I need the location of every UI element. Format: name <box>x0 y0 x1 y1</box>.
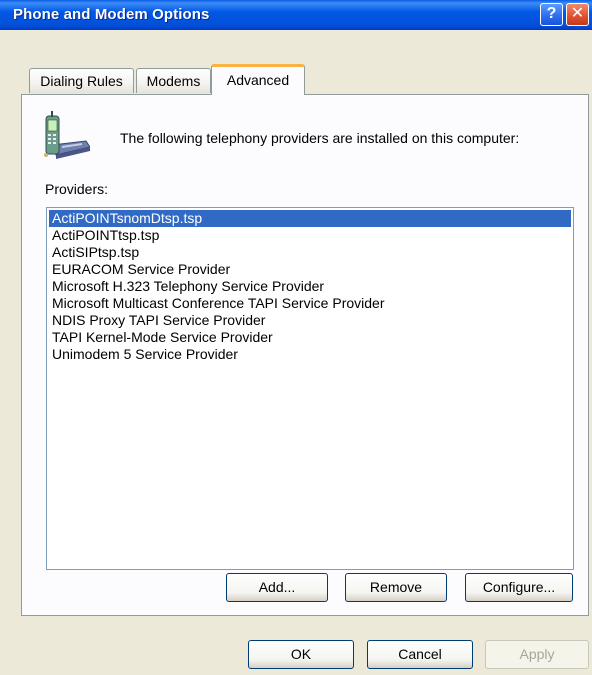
ok-button-label: OK <box>290 646 312 662</box>
list-item[interactable]: EURACOM Service Provider <box>49 261 571 278</box>
cancel-button[interactable]: Cancel <box>367 640 473 669</box>
tab-label: Dialing Rules <box>40 73 123 89</box>
remove-button[interactable]: Remove <box>345 573 447 602</box>
help-button[interactable]: ? <box>540 3 563 26</box>
tab-modems[interactable]: Modems <box>136 68 211 93</box>
list-item[interactable]: ActiPOINTsnomDtsp.tsp <box>49 210 571 227</box>
providers-listbox[interactable]: ActiPOINTsnomDtsp.tsp ActiPOINTtsp.tsp A… <box>46 207 574 570</box>
apply-button[interactable]: Apply <box>485 640 589 669</box>
intro-text: The following telephony providers are in… <box>120 130 520 146</box>
tab-advanced[interactable]: Advanced <box>211 64 305 95</box>
tab-label: Modems <box>146 73 201 89</box>
tab-label: Advanced <box>226 72 290 88</box>
close-button[interactable]: ✕ <box>566 3 589 26</box>
ok-button[interactable]: OK <box>248 640 354 669</box>
configure-button[interactable]: Configure... <box>465 573 573 602</box>
tab-strip: Dialing Rules Modems Advanced <box>0 30 592 98</box>
list-item[interactable]: Microsoft Multicast Conference TAPI Serv… <box>49 295 571 312</box>
list-item[interactable]: Unimodem 5 Service Provider <box>49 346 571 363</box>
phone-and-modem-options-dialog: Phone and Modem Options ? ✕ Dialing Rule… <box>0 0 592 675</box>
list-item[interactable]: ActiPOINTtsp.tsp <box>49 227 571 244</box>
list-item[interactable]: ActiSIPtsp.tsp <box>49 244 571 261</box>
tab-dialing-rules[interactable]: Dialing Rules <box>29 68 134 93</box>
add-button[interactable]: Add... <box>226 573 328 602</box>
apply-button-label: Apply <box>519 646 555 662</box>
add-button-label: Add... <box>258 579 296 595</box>
cancel-button-label: Cancel <box>398 646 442 662</box>
window-title: Phone and Modem Options <box>13 6 210 23</box>
advanced-tab-panel: The following telephony providers are in… <box>21 94 589 616</box>
list-item[interactable]: Microsoft H.323 Telephony Service Provid… <box>49 278 571 295</box>
remove-button-label: Remove <box>369 579 423 595</box>
telephony-phone-icon <box>44 111 90 159</box>
list-item[interactable]: TAPI Kernel-Mode Service Provider <box>49 329 571 346</box>
providers-label: Providers: <box>45 181 109 197</box>
close-icon: ✕ <box>570 5 585 22</box>
help-icon: ? <box>546 5 557 22</box>
list-item[interactable]: NDIS Proxy TAPI Service Provider <box>49 312 571 329</box>
configure-button-label: Configure... <box>482 579 556 595</box>
title-bar[interactable]: Phone and Modem Options ? ✕ <box>0 0 592 30</box>
